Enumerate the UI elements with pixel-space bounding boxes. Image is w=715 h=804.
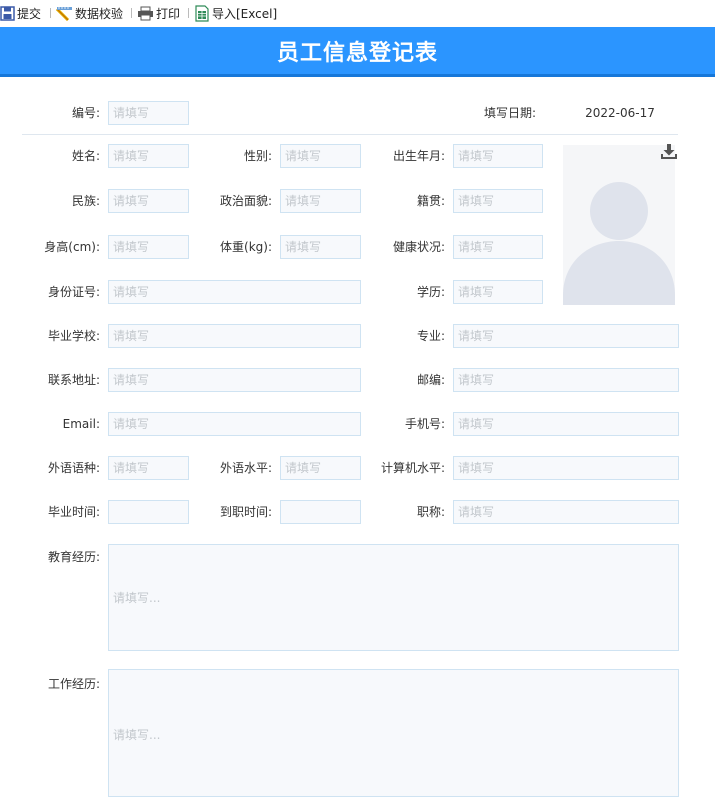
join-time-input[interactable]	[280, 500, 361, 524]
computer-level-label: 计算机水平:	[380, 461, 445, 475]
join-time-label: 到职时间:	[219, 505, 272, 519]
validate-label: 数据校验	[75, 6, 124, 21]
postcode-input[interactable]	[453, 368, 679, 392]
computer-level-input[interactable]	[453, 456, 679, 480]
import-label: 导入[Excel]	[212, 6, 278, 21]
native-label: 籍贯:	[416, 194, 445, 208]
job-title-label: 职称:	[416, 505, 445, 519]
major-label: 专业:	[416, 329, 445, 343]
education-label: 学历:	[416, 285, 445, 299]
edu-history-label: 教育经历:	[47, 550, 100, 564]
excel-icon	[195, 4, 209, 22]
language-level-label: 外语水平:	[219, 461, 272, 475]
job-title-input[interactable]	[453, 500, 679, 524]
date-label: 填写日期:	[483, 106, 536, 120]
print-label: 打印	[156, 6, 181, 21]
language-label: 外语语种:	[47, 461, 100, 475]
number-label: 编号:	[71, 106, 100, 120]
gender-label: 性别:	[243, 149, 272, 163]
weight-label: 体重(kg):	[220, 240, 272, 254]
number-input[interactable]	[108, 101, 189, 125]
toolbar-separator	[50, 8, 51, 18]
postcode-label: 邮编:	[416, 373, 445, 387]
language-level-input[interactable]	[280, 456, 361, 480]
validate-button[interactable]: 数据校验	[56, 4, 123, 22]
gender-input[interactable]	[280, 144, 361, 168]
address-input[interactable]	[108, 368, 361, 392]
birth-input[interactable]	[453, 144, 543, 168]
download-icon[interactable]	[660, 142, 678, 160]
email-input[interactable]	[108, 412, 361, 436]
toolbar: 提交 数据校验 打印 导入[Excel]	[0, 0, 715, 26]
education-input[interactable]	[453, 280, 543, 304]
major-input[interactable]	[453, 324, 679, 348]
form-header: 员工信息登记表	[0, 27, 715, 77]
native-input[interactable]	[453, 189, 543, 213]
ethnicity-input[interactable]	[108, 189, 189, 213]
phone-label: 手机号:	[404, 417, 445, 431]
pencil-ruler-icon	[56, 6, 72, 21]
toolbar-separator	[188, 8, 189, 18]
avatar-placeholder-icon	[563, 182, 675, 305]
printer-icon	[138, 6, 153, 20]
name-label: 姓名:	[71, 149, 100, 163]
work-history-textarea[interactable]	[108, 669, 679, 797]
address-label: 联系地址:	[47, 373, 100, 387]
toolbar-separator	[131, 8, 132, 18]
height-label: 身高(cm):	[44, 240, 100, 254]
date-value: 2022-06-17	[585, 106, 655, 120]
submit-label: 提交	[17, 6, 42, 21]
name-input[interactable]	[108, 144, 189, 168]
height-input[interactable]	[108, 235, 189, 259]
ethnicity-label: 民族:	[71, 194, 100, 208]
work-history-label: 工作经历:	[47, 677, 100, 691]
id-number-input[interactable]	[108, 280, 361, 304]
health-label: 健康状况:	[392, 240, 445, 254]
form-title: 员工信息登记表	[276, 40, 438, 66]
import-excel-button[interactable]: 导入[Excel]	[194, 4, 277, 22]
weight-input[interactable]	[280, 235, 361, 259]
school-label: 毕业学校:	[47, 329, 100, 343]
birth-label: 出生年月:	[392, 149, 445, 163]
submit-button[interactable]: 提交	[0, 4, 41, 22]
email-label: Email:	[62, 417, 100, 431]
grad-time-input[interactable]	[108, 500, 189, 524]
save-icon	[0, 5, 15, 21]
politics-input[interactable]	[280, 189, 361, 213]
id-number-label: 身份证号:	[47, 285, 100, 299]
politics-label: 政治面貌:	[219, 194, 272, 208]
divider	[22, 134, 678, 135]
print-button[interactable]: 打印	[137, 4, 180, 22]
phone-input[interactable]	[453, 412, 679, 436]
photo-upload[interactable]	[563, 145, 675, 305]
school-input[interactable]	[108, 324, 361, 348]
grad-time-label: 毕业时间:	[47, 505, 100, 519]
edu-history-textarea[interactable]	[108, 544, 679, 651]
health-input[interactable]	[453, 235, 543, 259]
language-input[interactable]	[108, 456, 189, 480]
